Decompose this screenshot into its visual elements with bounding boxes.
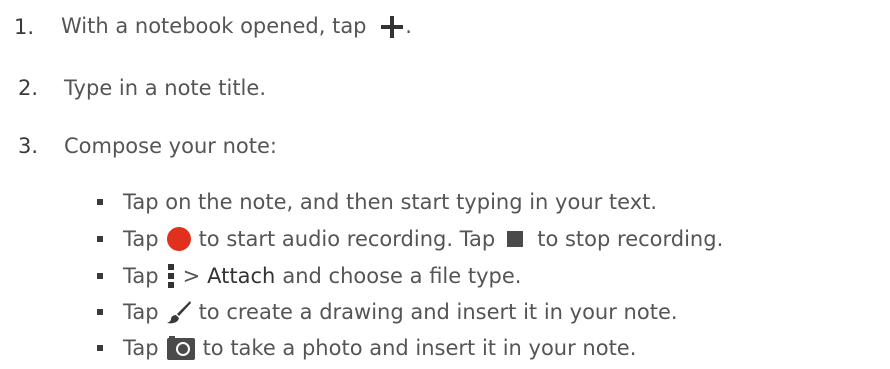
bullet-type-text: Tap on the note, and then start typing i…	[97, 185, 657, 219]
step-text: Compose your note:	[64, 134, 277, 158]
bullet-tap: Tap	[123, 300, 159, 324]
bullet-gt: >	[182, 264, 201, 288]
bullet-text: Tap on the note, and then start typing i…	[123, 190, 658, 214]
step-text: With a notebook opened, tap .	[61, 14, 412, 40]
step-text-before: With a notebook opened, tap	[61, 14, 367, 38]
bullet-end: to create a drawing and insert it in you…	[198, 300, 678, 324]
bullet-marker	[97, 236, 103, 242]
bullet-end: to take a photo and insert it in your no…	[202, 336, 637, 360]
bullet-tap: Tap	[123, 227, 159, 251]
step-number: 1.	[14, 15, 35, 39]
brush-icon	[166, 301, 191, 324]
bullet-end: to stop recording.	[537, 227, 724, 251]
attach-label: Attach	[207, 264, 276, 288]
stop-icon	[507, 231, 524, 247]
bullet-tap: Tap	[123, 264, 159, 288]
record-icon	[166, 227, 191, 251]
bullet-end: and choose a file type.	[282, 264, 522, 288]
step-text: Type in a note title.	[64, 76, 266, 100]
step-number: 3.	[17, 134, 38, 158]
step-1: 1. With a notebook opened, tap .	[14, 9, 412, 45]
bullet-marker	[97, 309, 103, 315]
menu-icon	[167, 264, 174, 288]
bullet-marker	[97, 199, 103, 205]
bullet-middle: to start audio recording. Tap	[198, 227, 496, 251]
camera-icon	[166, 336, 195, 360]
bullet-attach: Tap > Attach and choose a file type.	[97, 259, 521, 293]
step-2: 2. Type in a note title.	[8, 70, 266, 106]
bullet-drawing: Tap to create a drawing and insert it in…	[97, 295, 678, 329]
plus-icon	[381, 16, 404, 38]
step-number: 2.	[17, 76, 38, 100]
bullet-photo: Tap to take a photo and insert it in you…	[97, 331, 636, 365]
bullet-marker	[97, 345, 103, 351]
bullet-marker	[97, 273, 103, 279]
step-text-after: .	[405, 14, 412, 38]
step-3: 3. Compose your note:	[8, 128, 277, 164]
bullet-tap: Tap	[123, 336, 159, 360]
bullet-audio-recording: Tap to start audio recording. Tap to sto…	[97, 222, 723, 256]
